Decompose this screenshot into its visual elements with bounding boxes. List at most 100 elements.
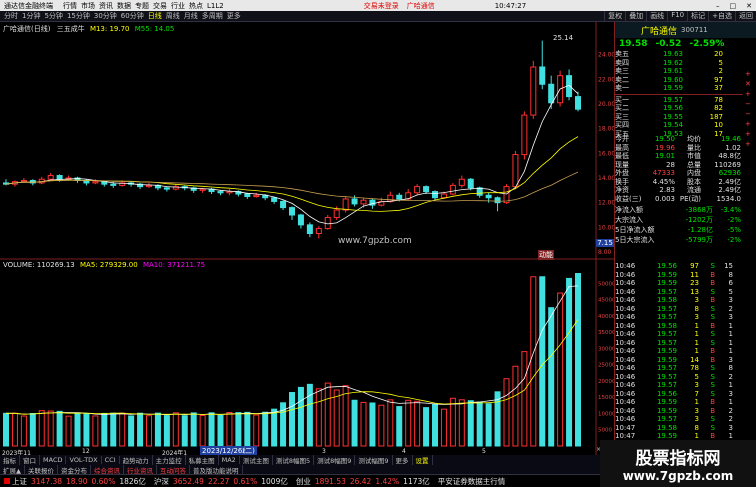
price-tick: 24.00 <box>598 52 614 59</box>
side-toggle-icon[interactable]: + <box>745 120 756 130</box>
indicator-tab[interactable]: 主力监控 <box>153 455 186 465</box>
extension-tab[interactable]: 资金分布 <box>58 464 91 475</box>
extension-tab[interactable]: 综合资讯 <box>91 464 124 475</box>
add-watchlist-button[interactable]: +自选 <box>708 11 735 21</box>
indicator-tab[interactable]: VOL-TDX <box>66 456 102 464</box>
tick-row-cell: S <box>710 364 715 373</box>
period-daily[interactable]: 日线 <box>148 11 162 21</box>
trade-login-alert[interactable]: 交易未登录 <box>364 1 399 11</box>
indicator-tab[interactable]: MACD <box>40 456 67 464</box>
maximize-icon[interactable]: □ <box>730 2 737 10</box>
flow-row-cell: -2% <box>727 216 741 224</box>
extension-tab[interactable]: 普及版功能说明 <box>190 464 243 475</box>
side-toggle-icon[interactable]: + <box>745 140 756 150</box>
extension-tab[interactable]: 互动问答 <box>157 464 190 475</box>
tick-row-cell: 10:46 <box>615 406 636 415</box>
menu-industry[interactable]: 行业 <box>171 1 185 11</box>
indicator-tab[interactable]: 趋势动力 <box>120 455 153 465</box>
volume-bar <box>575 273 581 447</box>
draw-button[interactable]: 画线 <box>646 11 667 21</box>
volume-bar <box>11 412 18 447</box>
indicator-tab[interactable]: 测试幅图9 <box>355 455 393 465</box>
indicator-tab[interactable]: MA2 <box>219 456 240 464</box>
stock-code: 300711 <box>681 26 708 34</box>
tick-row-cell: 19.58 <box>656 321 677 330</box>
flow-row-cell: -1202万 <box>685 216 713 224</box>
tick-row-cell: 19.56 <box>656 389 677 398</box>
tick-row-cell: 1 <box>728 321 733 330</box>
volume-bar <box>83 413 90 447</box>
back-button[interactable]: 返回 <box>735 11 756 21</box>
indicator-tab[interactable]: 更多 <box>393 455 413 465</box>
cy-index-name[interactable]: 创业 <box>296 476 311 487</box>
menu-trade[interactable]: 交易 <box>153 1 167 11</box>
indicator-tab[interactable]: 指标 <box>0 455 20 465</box>
period-1min[interactable]: 1分钟 <box>22 11 40 21</box>
last-price: 19.58 <box>619 38 648 49</box>
candle-body <box>432 191 438 199</box>
stat-row-cell: 4.45% <box>652 177 675 186</box>
indicator-tab[interactable]: 测试主图 <box>240 455 273 465</box>
indicator-tab[interactable]: 窗口 <box>20 455 40 465</box>
period-15min[interactable]: 15分钟 <box>67 11 90 21</box>
adjust-button[interactable]: 复权 <box>604 11 625 21</box>
period-multi[interactable]: 多周期 <box>202 11 223 21</box>
candle-body <box>449 184 456 195</box>
side-toggle-icon[interactable]: + <box>745 70 756 80</box>
tick-row-cell: S <box>710 313 715 322</box>
period-60min[interactable]: 60分钟 <box>121 11 144 21</box>
side-toggle-icon[interactable]: − <box>745 100 756 110</box>
indicator-tab[interactable]: 设置 <box>413 455 433 465</box>
menu-hot[interactable]: 热点 <box>189 1 203 11</box>
volume-bar <box>208 412 215 447</box>
tick-row-cell: 2 <box>728 406 733 415</box>
side-toggle-icon[interactable]: + <box>745 130 756 140</box>
indicator-tab[interactable]: 私募主图 <box>186 455 219 465</box>
menu-quotes[interactable]: 行情 <box>63 1 77 11</box>
side-toggle-icon[interactable]: + <box>745 90 756 100</box>
tick-row: 10:46 19.59 3 B 2 <box>615 407 743 416</box>
menu-data[interactable]: 数据 <box>117 1 131 11</box>
f10-button[interactable]: F10 <box>667 11 687 21</box>
flow-row-cell: -2% <box>727 236 741 244</box>
period-weekly[interactable]: 周线 <box>166 11 180 21</box>
side-toggle-icon[interactable]: ✕ <box>745 80 756 90</box>
overlay-button[interactable]: 叠加 <box>625 11 646 21</box>
indicator-tab[interactable]: 测试8幅图9 <box>314 455 356 465</box>
menu-market[interactable]: 市场 <box>81 1 95 11</box>
menu-l1l2[interactable]: L1L2 <box>207 2 224 10</box>
volume-bar <box>3 412 9 447</box>
side-buttons: + ✕ + − − + + + <box>745 70 756 150</box>
mark-button[interactable]: 标记 <box>687 11 708 21</box>
menu-news[interactable]: 资讯 <box>99 1 113 11</box>
menu-topics[interactable]: 专题 <box>135 1 149 11</box>
kline-chart[interactable]: 24.00 22.00 20.00 18.00 16.00 14.00 12.00 10.00… <box>0 22 616 455</box>
minimize-icon[interactable]: – <box>716 2 720 10</box>
volume-bar <box>467 400 474 447</box>
period-5min[interactable]: 5分钟 <box>44 11 62 21</box>
indicator-tab[interactable]: CCI <box>102 456 120 464</box>
period-monthly[interactable]: 月线 <box>184 11 198 21</box>
tick-row: 10:46 19.59 23 B 6 <box>615 279 743 288</box>
stock-alert[interactable]: 广哈通信 <box>407 1 435 11</box>
close-icon[interactable]: ✕ <box>746 2 752 10</box>
sh-index-name[interactable]: 上证 <box>12 476 27 487</box>
tick-row-cell: 10:46 <box>615 262 636 271</box>
hs-index-value: 3652.49 <box>172 476 204 486</box>
flow-row-cell: -5% <box>727 226 741 234</box>
period-intraday[interactable]: 分时 <box>4 11 18 21</box>
extension-tab[interactable]: 行业资讯 <box>124 464 157 475</box>
extension-tabs: 扩展▲ 关联报价 资金分布 综合资讯 行业资讯 互动问答 普及版功能说明 <box>0 464 614 475</box>
period-more[interactable]: 更多 <box>227 11 241 21</box>
period-30min[interactable]: 30分钟 <box>94 11 117 21</box>
extension-tab[interactable]: 扩展▲ <box>0 464 25 475</box>
tick-row-cell: S <box>710 423 715 432</box>
extension-tab[interactable]: 关联报价 <box>25 464 58 475</box>
indicator-tab[interactable]: 测试8幅图5 <box>273 455 315 465</box>
hs-index-name[interactable]: 沪深 <box>154 476 169 487</box>
x-axis-label: 3 <box>322 448 326 455</box>
side-toggle-icon[interactable]: − <box>745 110 756 120</box>
chart-area[interactable]: 24.00 22.00 20.00 18.00 16.00 14.00 12.00 10.00… <box>0 22 616 474</box>
price-change-pct: -2.59% <box>689 38 725 49</box>
tick-row: 10:46 19.57 5 S 2 <box>615 373 743 382</box>
